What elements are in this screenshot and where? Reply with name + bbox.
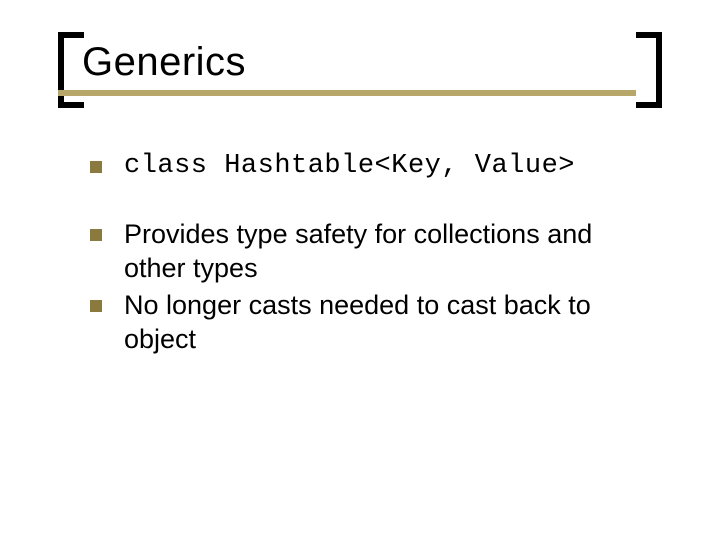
list-item: Provides type safety for collections and… xyxy=(90,218,660,286)
bracket-right-icon xyxy=(636,32,662,108)
slide: Generics class Hashtable<Key, Value> Pro… xyxy=(0,0,720,540)
bracket-left-icon xyxy=(58,32,84,108)
page-title: Generics xyxy=(82,40,246,85)
title-underline xyxy=(58,90,636,96)
bullet-text: Provides type safety for collections and… xyxy=(124,218,660,286)
bullet-text: No longer casts needed to cast back to o… xyxy=(124,289,660,357)
square-bullet-icon xyxy=(90,161,102,173)
square-bullet-icon xyxy=(90,300,102,312)
title-area: Generics xyxy=(58,38,662,108)
list-item: class Hashtable<Key, Value> xyxy=(90,150,660,184)
content-area: class Hashtable<Key, Value> Provides typ… xyxy=(90,150,660,391)
list-item: No longer casts needed to cast back to o… xyxy=(90,289,660,357)
bullet-text-code: class Hashtable<Key, Value> xyxy=(124,150,660,184)
square-bullet-icon xyxy=(90,229,102,241)
